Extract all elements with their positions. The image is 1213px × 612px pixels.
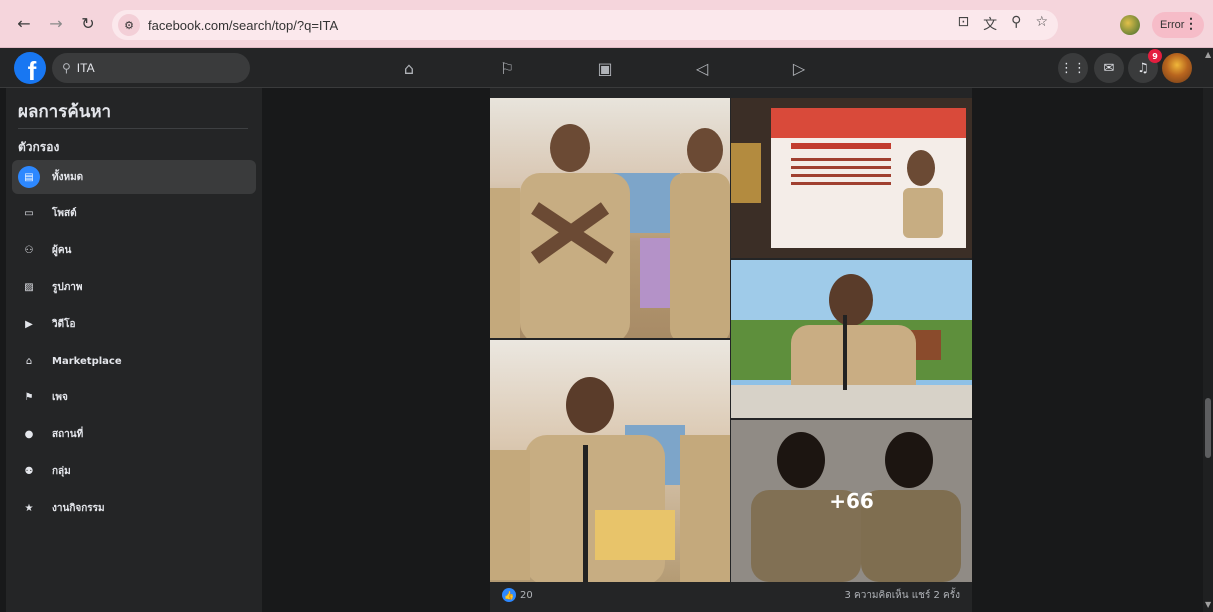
site-settings-icon[interactable]: ⚙	[118, 14, 140, 36]
officials-photo-image	[490, 124, 730, 338]
sidebar-item-label: Marketplace	[52, 355, 122, 367]
post-photo[interactable]	[490, 98, 730, 338]
home-icon[interactable]: ⌂	[398, 57, 420, 79]
sidebar-item-label: สถานที่	[52, 428, 84, 440]
sidebar-item-label: งานกิจกรรม	[52, 502, 105, 514]
official-reading-image	[490, 377, 730, 582]
sidebar-item-events[interactable]: ★ งานกิจกรรม	[12, 491, 256, 525]
error-label: Error	[1160, 19, 1185, 31]
scroll-down-arrow-icon[interactable]: ▼	[1205, 600, 1211, 609]
post-icon: ▭	[24, 207, 34, 219]
address-bar[interactable]: ⚙ facebook.com/search/top/?q=ITA ⊡ 文 ⚲ ☆	[112, 10, 1058, 40]
location-icon: ●	[24, 428, 34, 440]
dashboard-icon[interactable]: ▣	[594, 57, 616, 79]
facebook-logo-icon[interactable]: f	[14, 52, 46, 84]
notification-count-badge: 9	[1148, 49, 1162, 63]
post-photo-more[interactable]: +66	[731, 420, 972, 582]
projection-screen-image	[731, 98, 972, 258]
translate-icon[interactable]: 文	[983, 14, 997, 34]
post-reactions-bar: 👍 20 3 ความคิดเห็น แชร์ 2 ครั้ง	[490, 582, 972, 608]
profile-error-button[interactable]: Error ⋮	[1152, 12, 1204, 38]
menu-grid-icon[interactable]: ⋮⋮	[1058, 53, 1088, 83]
sidebar-item-groups[interactable]: ⚉ กลุ่ม	[12, 454, 256, 488]
sidebar-item-label: กลุ่ม	[52, 465, 71, 477]
scroll-up-arrow-icon[interactable]: ▲	[1205, 50, 1211, 59]
pages-flag-icon[interactable]: ⚐	[496, 57, 518, 79]
search-result-post: +66	[490, 88, 972, 612]
sidebar-item-pages[interactable]: ⚑ เพจ	[12, 380, 256, 414]
sidebar-item-people[interactable]: ⚇ ผู้คน	[12, 233, 256, 267]
like-count[interactable]: 20	[520, 590, 533, 601]
sidebar-item-label: ผู้คน	[52, 244, 72, 256]
sidebar-item-posts[interactable]: ▭ โพสต์	[12, 196, 256, 230]
notifications-bell-icon[interactable]: ♫ 9	[1128, 49, 1162, 83]
more-photos-overlay: +66	[731, 420, 972, 582]
menu-kebab-icon: ⋮	[1184, 15, 1198, 31]
zoom-icon[interactable]: ⚲	[1011, 14, 1021, 34]
extension-icon[interactable]	[1120, 15, 1140, 35]
flag-icon: ⚑	[24, 391, 34, 403]
search-filters-sidebar: ผลการค้นหา ตัวกรอง ▤ ทั้งหมด ▭ โพสต์ ⚇ ผ…	[6, 88, 262, 612]
sidebar-item-all[interactable]: ▤ ทั้งหมด	[12, 160, 256, 194]
watch-video-icon[interactable]: ▷	[788, 57, 810, 79]
search-icon: ⚲	[62, 61, 71, 75]
sidebar-item-places[interactable]: ● สถานที่	[12, 417, 256, 451]
speaker-at-desk-image	[731, 260, 972, 418]
sidebar-item-label: วิดีโอ	[52, 318, 76, 330]
back-icon[interactable]: ←	[10, 10, 38, 38]
reload-icon[interactable]: ↻	[74, 10, 102, 38]
scrollbar-thumb[interactable]	[1205, 398, 1211, 458]
sidebar-item-photos[interactable]: ▨ รูปภาพ	[12, 270, 256, 304]
bookmark-star-icon[interactable]: ☆	[1035, 14, 1048, 34]
filters-heading: ตัวกรอง	[18, 140, 60, 154]
divider	[18, 128, 248, 129]
events-icon: ★	[24, 502, 34, 514]
like-reaction-icon[interactable]: 👍	[502, 588, 516, 602]
people-icon: ⚇	[24, 244, 34, 256]
facebook-header: f ⚲ ITA ⌂ ⚐ ▣ ◁ ▷ ⋮⋮ ✉ ♫ 9	[0, 48, 1213, 88]
post-photo[interactable]	[731, 260, 972, 418]
search-value: ITA	[76, 61, 95, 75]
sidebar-item-label: ทั้งหมด	[52, 171, 84, 183]
page-scrollbar[interactable]	[1203, 88, 1213, 612]
url-text[interactable]: facebook.com/search/top/?q=ITA	[148, 18, 338, 33]
forward-icon[interactable]: →	[42, 10, 70, 38]
sidebar-item-videos[interactable]: ▶ วิดีโอ	[12, 307, 256, 341]
search-input[interactable]: ⚲ ITA	[52, 53, 250, 83]
sidebar-item-label: รูปภาพ	[52, 281, 83, 293]
account-avatar[interactable]	[1162, 53, 1192, 83]
feed-icon: ▤	[18, 166, 40, 188]
post-photo[interactable]	[490, 340, 730, 582]
sidebar-title: ผลการค้นหา	[18, 102, 112, 122]
photo-icon: ▨	[24, 281, 34, 293]
messenger-icon[interactable]: ✉	[1094, 53, 1124, 83]
post-photo[interactable]	[731, 98, 972, 258]
comments-shares-count[interactable]: 3 ความคิดเห็น แชร์ 2 ครั้ง	[844, 588, 960, 603]
sidebar-item-label: โพสต์	[52, 207, 77, 219]
install-app-icon[interactable]: ⊡	[957, 14, 969, 34]
marketplace-icon: ⌂	[25, 355, 33, 367]
sidebar-item-marketplace[interactable]: ⌂ Marketplace	[12, 344, 256, 378]
groups-icon: ⚉	[24, 465, 34, 477]
ads-megaphone-icon[interactable]: ◁	[691, 57, 713, 79]
video-icon: ▶	[25, 318, 33, 330]
sidebar-item-label: เพจ	[52, 391, 68, 403]
